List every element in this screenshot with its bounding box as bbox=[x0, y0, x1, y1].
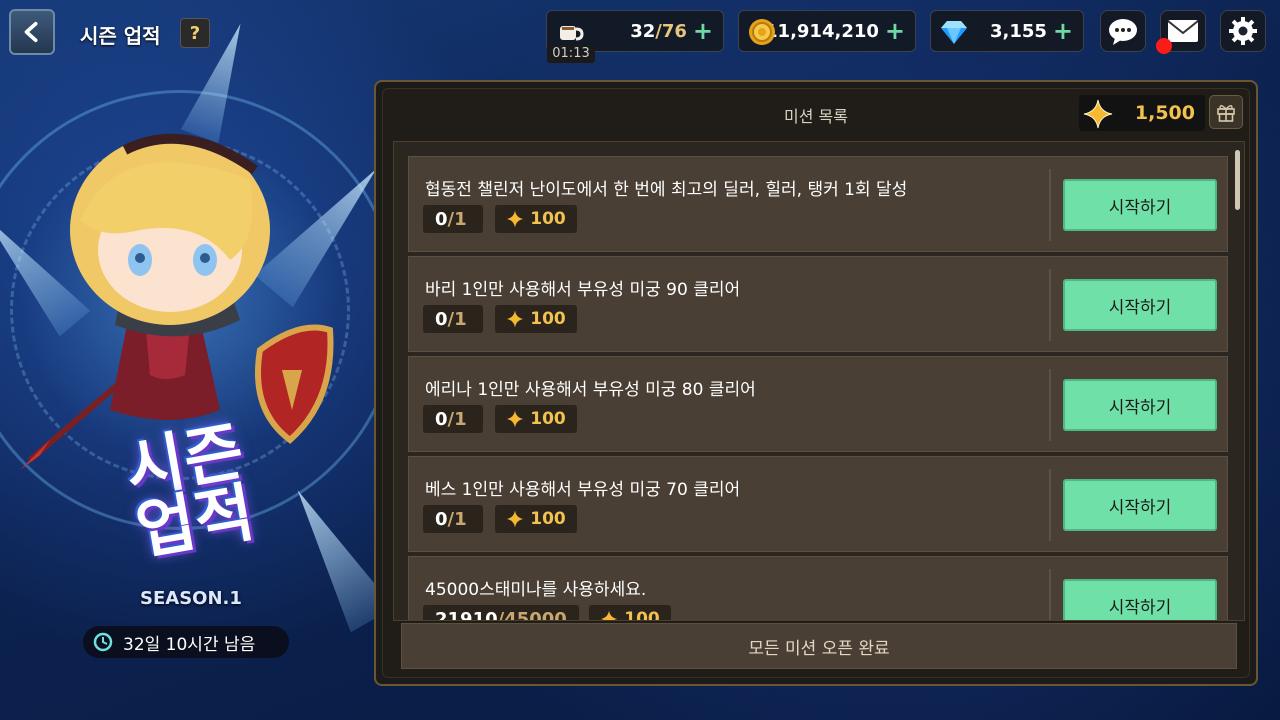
clock-icon bbox=[93, 632, 113, 652]
stamina-max: 76 bbox=[661, 20, 687, 42]
season-points: 1,500 bbox=[1079, 95, 1205, 131]
settings-button[interactable] bbox=[1220, 10, 1266, 52]
mission-progress-current: 0 bbox=[435, 408, 448, 430]
remaining-time-badge: 32일 10시간 남음 bbox=[83, 626, 289, 658]
gold-plus-button[interactable]: + bbox=[885, 19, 905, 43]
gear-icon bbox=[1229, 17, 1257, 45]
mission-progress: 0/1 bbox=[423, 205, 483, 233]
gem-value: 3,155 bbox=[989, 20, 1047, 42]
star-sparkle-icon bbox=[506, 410, 524, 428]
star-sparkle-icon bbox=[506, 510, 524, 528]
mission-reward-value: 100 bbox=[624, 609, 660, 621]
mission-progress: 0/1 bbox=[423, 405, 483, 433]
mission-reward-value: 100 bbox=[530, 209, 566, 229]
stamina-plus-button[interactable]: + bbox=[693, 19, 713, 43]
mail-icon bbox=[1167, 20, 1199, 42]
start-button[interactable]: 시작하기 bbox=[1063, 279, 1217, 331]
gem-display: 3,155 + bbox=[930, 10, 1084, 52]
start-button[interactable]: 시작하기 bbox=[1063, 379, 1217, 431]
mission-description: 에리나 1인만 사용해서 부유성 미궁 80 클리어 bbox=[425, 380, 756, 400]
mission-panel: 미션 목록 1,500 협동전 챌린저 난이도에서 한 번에 최고의 딜러, 힐… bbox=[374, 80, 1258, 686]
all-missions-open-status: 모든 미션 오픈 완료 bbox=[401, 623, 1237, 669]
start-button[interactable]: 시작하기 bbox=[1063, 579, 1217, 620]
mission-reward: 100 bbox=[495, 305, 577, 333]
diamond-icon bbox=[941, 21, 967, 44]
mission-description: 협동전 챌린저 난이도에서 한 번에 최고의 딜러, 힐러, 탱커 1회 달성 bbox=[425, 180, 908, 200]
mission-progress-goal: 1 bbox=[454, 408, 467, 430]
mission-progress: 21910/45000 bbox=[423, 605, 579, 621]
mission-description: 45000스태미나를 사용하세요. bbox=[425, 580, 647, 600]
mission-item: 베스 1인만 사용해서 부유성 미궁 70 클리어 0/1 100 시작하기 bbox=[408, 456, 1228, 552]
chat-button[interactable] bbox=[1100, 10, 1146, 52]
mission-item: 협동전 챌린저 난이도에서 한 번에 최고의 딜러, 힐러, 탱커 1회 달성 … bbox=[408, 156, 1228, 252]
divider bbox=[1049, 469, 1051, 541]
mission-progress-goal: 1 bbox=[454, 508, 467, 530]
character-illustration bbox=[20, 110, 350, 470]
mission-progress-current: 0 bbox=[435, 308, 448, 330]
mission-reward-value: 100 bbox=[530, 309, 566, 329]
mission-progress-goal: 1 bbox=[454, 208, 467, 230]
scrollbar[interactable] bbox=[1235, 150, 1240, 210]
season-label: SEASON.1 bbox=[140, 588, 242, 609]
help-button[interactable]: ? bbox=[180, 18, 210, 48]
mission-reward: 100 bbox=[495, 505, 577, 533]
mission-progress-goal: 1 bbox=[454, 308, 467, 330]
star-sparkle-icon bbox=[600, 610, 618, 620]
mission-description: 바리 1인만 사용해서 부유성 미궁 90 클리어 bbox=[425, 280, 741, 300]
stamina-separator: / bbox=[655, 20, 662, 42]
chevron-left-icon bbox=[24, 21, 38, 43]
start-button[interactable]: 시작하기 bbox=[1063, 479, 1217, 531]
chat-bubble-icon bbox=[1109, 19, 1137, 45]
back-button[interactable] bbox=[9, 9, 55, 55]
mission-list[interactable]: 협동전 챌린저 난이도에서 한 번에 최고의 딜러, 힐러, 탱커 1회 달성 … bbox=[393, 141, 1245, 621]
gift-button[interactable] bbox=[1209, 95, 1243, 129]
mission-item: 45000스태미나를 사용하세요. 21910/45000 100 시작하기 bbox=[408, 556, 1228, 621]
star-sparkle-icon bbox=[506, 310, 524, 328]
mission-progress: 0/1 bbox=[423, 505, 483, 533]
gift-icon bbox=[1217, 105, 1235, 122]
stamina-timer: 01:13 bbox=[547, 45, 595, 63]
mission-progress-goal: 45000 bbox=[504, 608, 567, 621]
panel-header: 미션 목록 1,500 bbox=[383, 89, 1249, 135]
notification-dot bbox=[1156, 38, 1172, 54]
gem-plus-button[interactable]: + bbox=[1053, 19, 1073, 43]
divider bbox=[1049, 269, 1051, 341]
mission-reward: 100 bbox=[495, 205, 577, 233]
mission-description: 베스 1인만 사용해서 부유성 미궁 70 클리어 bbox=[425, 480, 741, 500]
season-points-value: 1,500 bbox=[1134, 102, 1195, 124]
gold-value: 11,914,210 bbox=[765, 20, 879, 42]
mission-progress: 0/1 bbox=[423, 305, 483, 333]
remaining-time-text: 32일 10시간 남음 bbox=[123, 634, 256, 655]
mission-progress-current: 21910 bbox=[435, 608, 498, 621]
mission-progress-current: 0 bbox=[435, 208, 448, 230]
star-sparkle-icon bbox=[1083, 99, 1113, 129]
page-title: 시즌 업적 bbox=[80, 24, 161, 48]
divider bbox=[1049, 369, 1051, 441]
mission-progress-current: 0 bbox=[435, 508, 448, 530]
mission-reward: 100 bbox=[589, 605, 671, 621]
mission-item: 에리나 1인만 사용해서 부유성 미궁 80 클리어 0/1 100 시작하기 bbox=[408, 356, 1228, 452]
gold-coin-icon bbox=[749, 19, 775, 45]
mission-item: 바리 1인만 사용해서 부유성 미궁 90 클리어 0/1 100 시작하기 bbox=[408, 256, 1228, 352]
divider bbox=[1049, 569, 1051, 620]
coffee-cup-icon bbox=[560, 26, 584, 41]
gold-display: 11,914,210 + bbox=[738, 10, 916, 52]
divider bbox=[1049, 169, 1051, 241]
start-button[interactable]: 시작하기 bbox=[1063, 179, 1217, 231]
mission-reward-value: 100 bbox=[530, 409, 566, 429]
mission-reward: 100 bbox=[495, 405, 577, 433]
stamina-current: 32 bbox=[630, 20, 656, 42]
star-sparkle-icon bbox=[506, 210, 524, 228]
mission-reward-value: 100 bbox=[530, 509, 566, 529]
